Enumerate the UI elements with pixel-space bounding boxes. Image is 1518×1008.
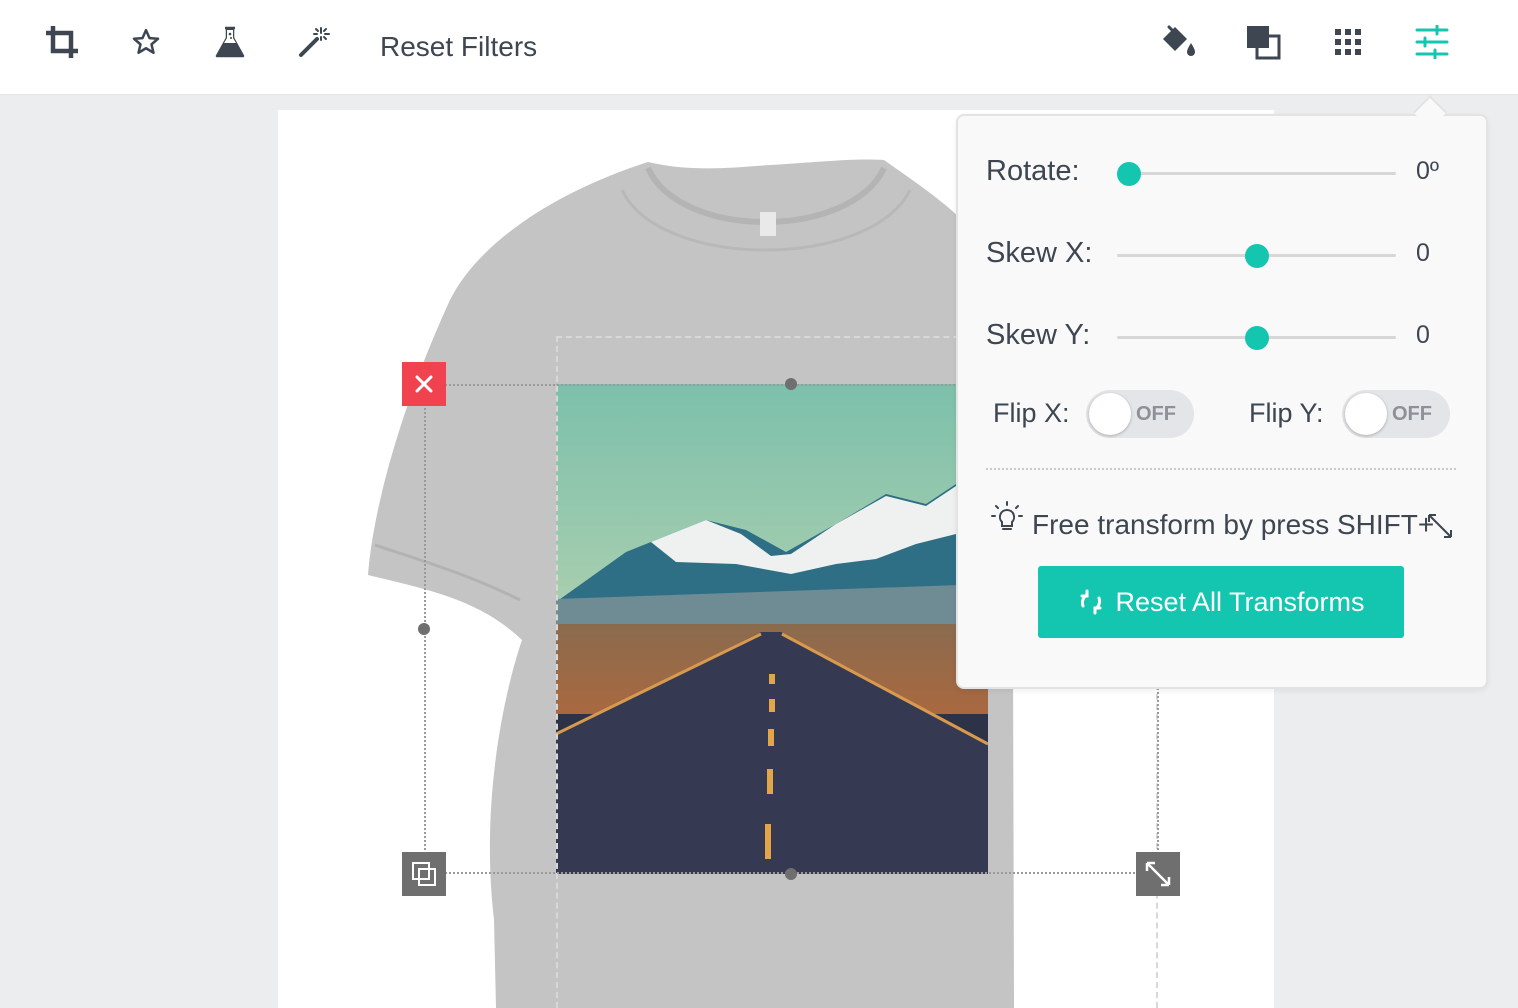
flip-x-label: Flip X: [993, 398, 1070, 428]
sliders-icon[interactable] [1412, 22, 1452, 62]
flask-icon[interactable] [210, 22, 250, 62]
flip-y-toggle-knob [1345, 393, 1387, 435]
magic-wand-icon[interactable] [294, 22, 334, 62]
flip-x-toggle-knob [1089, 393, 1131, 435]
free-transform-tip: Free transform by press SHIFT+ [1032, 509, 1435, 540]
reset-all-transforms-label: Reset All Transforms [1115, 587, 1365, 617]
flip-x-toggle[interactable]: OFF [1086, 390, 1194, 438]
lightbulb-icon [990, 500, 1024, 539]
reset-filters-button[interactable]: Reset Filters [380, 30, 537, 64]
top-handle[interactable] [785, 378, 797, 390]
top-toolbar: Reset Filters [0, 0, 1518, 95]
skew-y-slider[interactable] [1117, 325, 1396, 351]
delete-icon[interactable] [402, 362, 446, 406]
crop-icon[interactable] [42, 22, 82, 62]
layers-icon[interactable] [1243, 22, 1283, 62]
skew-y-slider-knob[interactable] [1244, 326, 1269, 350]
flip-x-state: OFF [1136, 403, 1176, 425]
skew-x-slider-knob[interactable] [1244, 244, 1269, 268]
skew-y-value: 0 [1416, 321, 1430, 349]
refresh-icon [1080, 589, 1102, 615]
flip-y-toggle[interactable]: OFF [1342, 390, 1450, 438]
rotate-value: 0º [1416, 157, 1440, 185]
grid-icon[interactable] [1328, 22, 1368, 62]
panel-divider [986, 468, 1456, 470]
skew-x-label: Skew X: [986, 237, 1093, 269]
resize-diagonal-icon [1426, 512, 1454, 545]
flip-y-state: OFF [1392, 403, 1432, 425]
star-icon[interactable] [126, 22, 166, 62]
paint-bucket-icon[interactable] [1160, 22, 1200, 62]
bottom-handle[interactable] [785, 868, 797, 880]
reset-all-transforms-button[interactable]: Reset All Transforms [1038, 566, 1404, 638]
skew-x-slider[interactable] [1117, 243, 1396, 269]
rotate-slider[interactable] [1117, 161, 1396, 187]
skew-y-label: Skew Y: [986, 319, 1091, 351]
flip-y-label: Flip Y: [1249, 398, 1324, 428]
rotate-slider-knob[interactable] [1117, 162, 1141, 186]
skew-x-value: 0 [1416, 239, 1430, 267]
rotate-label: Rotate: [986, 155, 1080, 187]
duplicate-icon[interactable] [402, 852, 446, 896]
resize-icon[interactable] [1136, 852, 1180, 896]
left-handle[interactable] [418, 623, 430, 635]
